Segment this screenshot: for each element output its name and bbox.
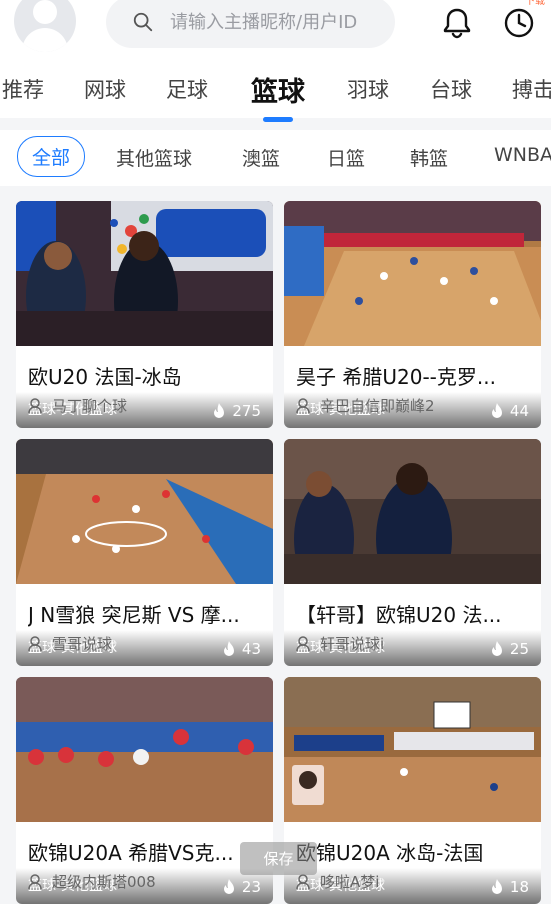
card-title: 昊子 希腊U20--克罗... <box>296 365 496 389</box>
card-title: 欧U20 法国-冰岛 <box>28 365 182 389</box>
card-anchor-name: 哆啦A梦i <box>320 873 380 891</box>
card-anchor-name: 马丁聊个球 <box>52 397 128 415</box>
card-heat: 275 <box>212 402 261 420</box>
subtab-korea[interactable]: 韩篮 <box>410 144 448 171</box>
subtab-japan[interactable]: 日篮 <box>327 144 365 171</box>
card-anchor: 辛巴自信即巅峰2 <box>296 395 435 416</box>
user-icon <box>28 873 42 889</box>
fire-icon <box>491 641 502 656</box>
stream-thumbnail <box>284 677 541 822</box>
fire-icon <box>223 879 234 894</box>
history-clock-icon[interactable] <box>502 6 536 40</box>
card-anchor-name: 辛巴自信即巅峰2 <box>320 397 435 415</box>
search-input[interactable] <box>168 10 392 34</box>
stream-grid: 篮球-其他篮球 275 欧U20 法国-冰岛 马丁聊个球 篮球-其他篮球 44 … <box>0 188 551 904</box>
search-box[interactable] <box>106 0 395 48</box>
card-anchor: 马丁聊个球 <box>28 395 127 416</box>
tab-basketball[interactable]: 篮球 <box>251 70 305 109</box>
stream-thumbnail <box>284 439 541 584</box>
card-heat: 18 <box>490 878 529 896</box>
active-tab-indicator <box>263 117 293 122</box>
stream-card[interactable]: 篮球-其他篮球 43 J N雪狼 突尼斯 VS 摩... 雪哥说球 <box>16 439 273 666</box>
fire-icon <box>491 879 502 894</box>
card-title: 【轩哥】欧锦U20 法... <box>296 603 502 627</box>
search-icon <box>133 12 153 32</box>
stream-thumbnail <box>16 677 273 822</box>
tab-badminton[interactable]: 羽球 <box>347 74 389 104</box>
card-heat: 44 <box>490 402 529 420</box>
user-icon <box>296 635 310 651</box>
fire-icon <box>214 403 225 418</box>
avatar[interactable] <box>14 0 76 52</box>
stream-thumbnail <box>16 201 273 346</box>
card-anchor-name: 雪哥说球 <box>52 635 113 653</box>
card-heat: 25 <box>490 640 529 658</box>
card-heat-value: 23 <box>241 878 261 896</box>
user-icon <box>28 397 42 413</box>
card-heat-value: 43 <box>241 640 261 658</box>
fire-icon <box>223 641 234 656</box>
tab-recommend[interactable]: 推荐 <box>2 74 44 104</box>
card-anchor: 轩哥说球i <box>296 633 384 654</box>
tab-combat[interactable]: 搏击 <box>512 74 551 104</box>
card-anchor: 雪哥说球 <box>28 633 112 654</box>
card-title: 欧锦U20A 希腊VS克... <box>28 841 234 865</box>
sub-tabs: 全部 其他篮球 澳篮 日篮 韩篮 WNBA <box>0 130 551 186</box>
tab-tennis[interactable]: 网球 <box>84 74 126 104</box>
card-heat-value: 18 <box>509 878 529 896</box>
card-heat: 43 <box>222 640 261 658</box>
subtab-australia[interactable]: 澳篮 <box>242 144 280 171</box>
card-title: J N雪狼 突尼斯 VS 摩... <box>28 603 240 627</box>
card-title: 欧锦U20A 冰岛-法国 <box>296 841 484 865</box>
tab-billiards[interactable]: 台球 <box>430 74 472 104</box>
stream-thumbnail <box>284 201 541 346</box>
stream-thumbnail <box>16 439 273 584</box>
subtab-all[interactable]: 全部 <box>17 136 86 177</box>
save-button[interactable]: 保存 <box>240 842 317 875</box>
bell-icon[interactable] <box>440 6 474 40</box>
stream-card[interactable]: 篮球-其他篮球 18 欧锦U20A 冰岛-法国 哆啦A梦i <box>284 677 541 904</box>
download-hint[interactable]: 下载 <box>525 0 545 7</box>
stream-card[interactable]: 篮球-其他篮球 275 欧U20 法国-冰岛 马丁聊个球 <box>16 201 273 428</box>
card-anchor-name: 超级内斯塔008 <box>52 873 156 891</box>
user-icon <box>296 397 310 413</box>
stream-card[interactable]: 篮球-其他篮球 23 欧锦U20A 希腊VS克... 超级内斯塔008 <box>16 677 273 904</box>
stream-card[interactable]: 篮球-其他篮球 44 昊子 希腊U20--克罗... 辛巴自信即巅峰2 <box>284 201 541 428</box>
user-icon <box>28 635 42 651</box>
card-anchor-name: 轩哥说球i <box>320 635 385 653</box>
stream-card[interactable]: 篮球-其他篮球 25 【轩哥】欧锦U20 法... 轩哥说球i <box>284 439 541 666</box>
card-heat: 23 <box>222 878 261 896</box>
subtab-other-basketball[interactable]: 其他篮球 <box>116 144 192 171</box>
card-anchor: 超级内斯塔008 <box>28 871 156 892</box>
subtab-wnba[interactable]: WNBA <box>494 144 551 166</box>
card-heat-value: 275 <box>232 402 261 420</box>
tab-football[interactable]: 足球 <box>166 74 208 104</box>
fire-icon <box>491 403 502 418</box>
user-icon <box>296 873 310 889</box>
card-heat-value: 25 <box>509 640 529 658</box>
sport-tabs: 推荐 网球 足球 篮球 羽球 台球 搏击 <box>0 68 551 118</box>
card-heat-value: 44 <box>509 402 529 420</box>
